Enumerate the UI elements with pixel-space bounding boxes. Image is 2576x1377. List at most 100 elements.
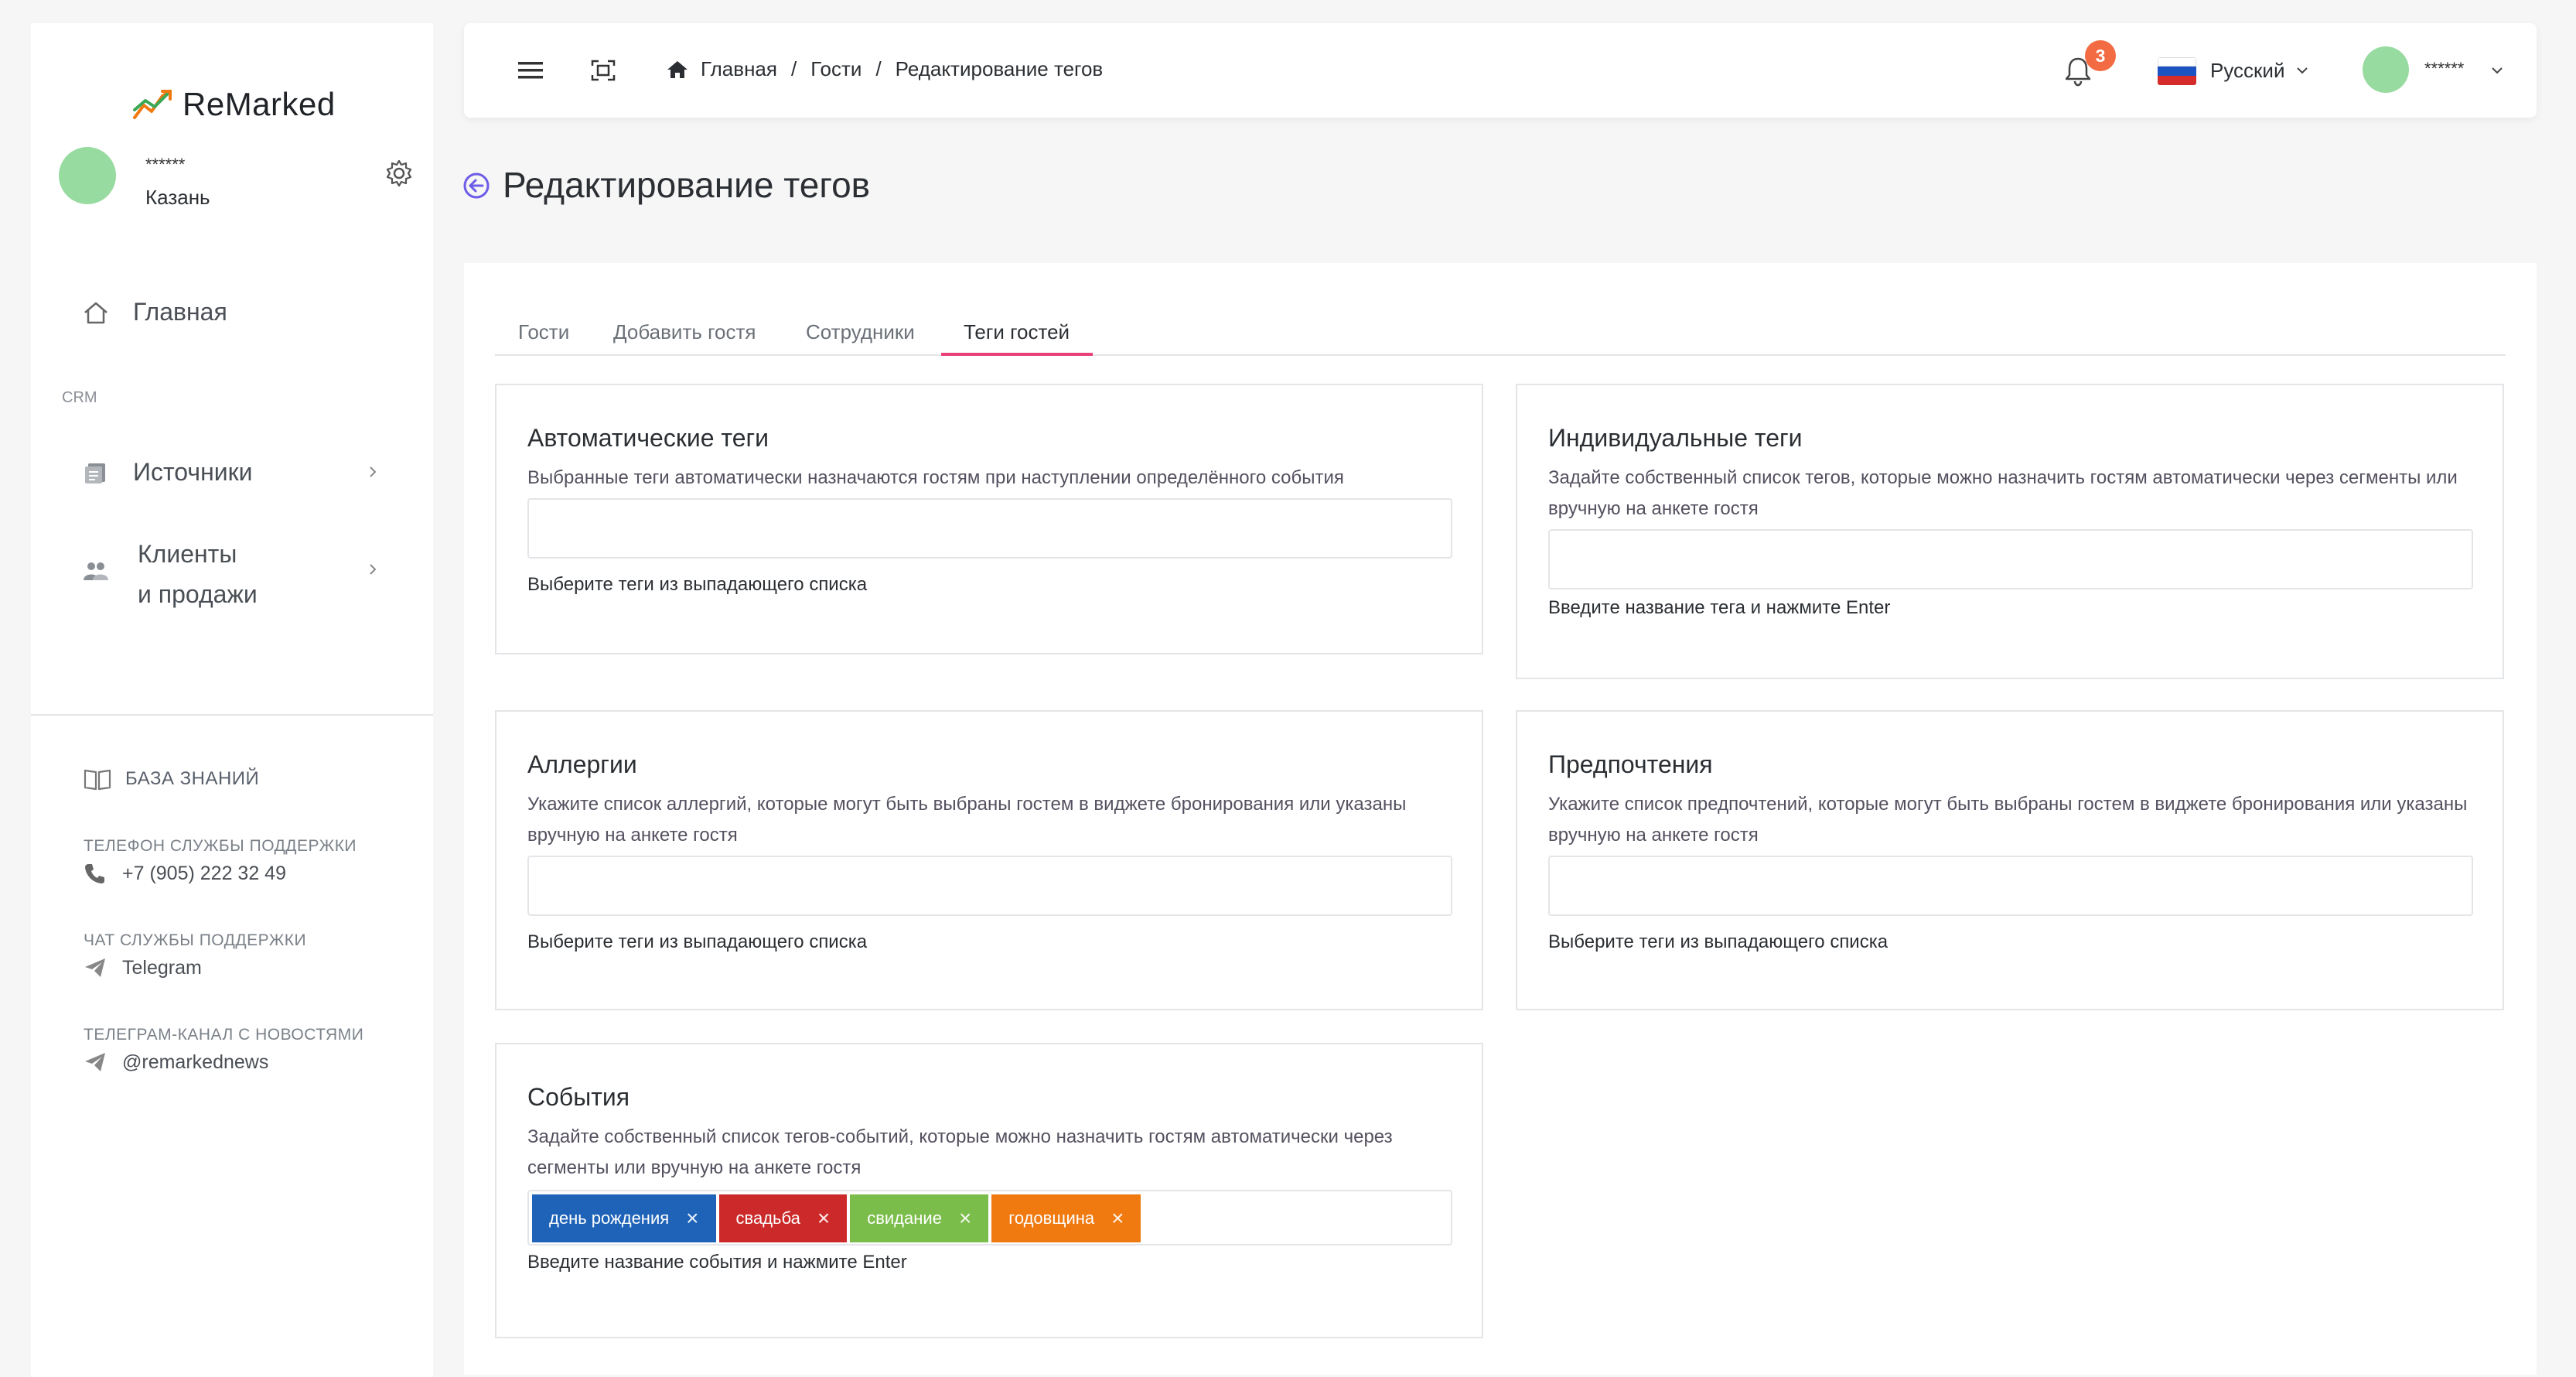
breadcrumb-current: Редактирование тегов xyxy=(895,57,1104,80)
remove-tag-icon[interactable]: × xyxy=(686,1206,698,1231)
tab-guests[interactable]: Гости xyxy=(518,309,569,354)
user-name: ****** xyxy=(145,155,186,174)
event-tag-label: день рождения xyxy=(549,1208,670,1228)
event-tag-list: день рождения × свадьба × свидание × год… xyxy=(532,1194,1144,1242)
tab-add-guest[interactable]: Добавить гостя xyxy=(613,309,756,354)
notification-badge: 3 xyxy=(2085,40,2116,71)
avatar[interactable] xyxy=(59,147,116,204)
fullscreen-icon[interactable] xyxy=(589,58,617,83)
card-help-text: Выберите теги из выпадающего списка xyxy=(527,574,868,595)
event-tag-chip[interactable]: годовщина × xyxy=(991,1194,1141,1242)
chevron-right-icon xyxy=(370,564,377,575)
card-help-text: Введите название тега и нажмите Enter xyxy=(1548,597,1891,618)
card-events: События Задайте собственный список тегов… xyxy=(495,1043,1483,1338)
events-tags-input[interactable]: день рождения × свадьба × свидание × год… xyxy=(527,1190,1452,1245)
card-description: Укажите список аллергий, которые могут б… xyxy=(527,794,1407,846)
sidebar-divider xyxy=(31,714,433,716)
chevron-right-icon xyxy=(370,466,377,477)
auto-tags-select[interactable] xyxy=(527,498,1452,559)
avatar[interactable] xyxy=(2363,46,2409,93)
tab-employees[interactable]: Сотрудники xyxy=(806,309,915,354)
event-tag-label: годовщина xyxy=(1008,1208,1095,1228)
card-description: Укажите список предпочтений, которые мог… xyxy=(1548,794,2468,846)
paper-plane-icon xyxy=(85,1053,105,1071)
user-city: Казань xyxy=(145,186,210,209)
event-tag-chip[interactable]: свадьба × xyxy=(718,1194,848,1242)
sidebar-item-sources[interactable]: Источники xyxy=(82,458,252,487)
sidebar-item-label-line1: Клиенты xyxy=(138,540,237,568)
book-icon xyxy=(84,769,111,791)
card-description: Задайте собственный список тегов, которы… xyxy=(1548,467,2458,519)
russian-flag-icon[interactable] xyxy=(2158,57,2196,85)
back-arrow-icon[interactable] xyxy=(462,172,490,200)
breadcrumb-separator: / xyxy=(875,57,882,80)
logo-chart-icon xyxy=(133,90,172,119)
card-title: События xyxy=(527,1083,630,1111)
sidebar: ReMarked ****** Казань Главная CRM Источ… xyxy=(31,23,433,1377)
remove-tag-icon[interactable]: × xyxy=(817,1206,830,1231)
news-channel[interactable]: @remarkednews xyxy=(84,1051,268,1074)
event-tag-label: свидание xyxy=(867,1208,942,1228)
event-tag-label: свадьба xyxy=(735,1208,800,1228)
tab-guest-tags[interactable]: Теги гостей xyxy=(964,309,1070,354)
remove-tag-icon[interactable]: × xyxy=(959,1206,971,1231)
clients-icon xyxy=(84,562,108,580)
chevron-down-icon[interactable] xyxy=(2295,63,2309,77)
top-bar: Главная / Гости / Редактирование тегов 3… xyxy=(464,23,2537,118)
support-phone[interactable]: +7 (905) 222 32 49 xyxy=(84,862,286,885)
logo[interactable]: ReMarked xyxy=(131,70,336,139)
knowledge-base-link[interactable]: БАЗА ЗНАНИЙ xyxy=(84,767,259,791)
card-description: Выбранные теги автоматически назначаются… xyxy=(527,467,1344,488)
support-phone-value: +7 (905) 222 32 49 xyxy=(122,862,286,884)
hamburger-menu-icon[interactable] xyxy=(517,58,544,83)
card-title: Автоматические теги xyxy=(527,424,769,452)
phone-icon xyxy=(85,864,104,883)
breadcrumb-separator: / xyxy=(790,57,797,80)
paper-plane-icon xyxy=(85,958,105,977)
user-menu-name[interactable]: ****** xyxy=(2424,59,2464,79)
sidebar-item-clients[interactable]: Клиенты и продажи xyxy=(82,534,258,614)
card-title: Аллергии xyxy=(527,750,637,778)
sidebar-item-label: Источники xyxy=(133,458,253,486)
card-help-text: Введите название события и нажмите Enter xyxy=(527,1252,907,1273)
card-description: Задайте собственный список тегов-событий… xyxy=(527,1126,1393,1178)
main-panel: Гости Добавить гостя Сотрудники Теги гос… xyxy=(464,263,2537,1375)
event-tag-chip[interactable]: день рождения × xyxy=(532,1194,716,1242)
sidebar-section-caption: CRM xyxy=(62,389,97,406)
breadcrumb-guests[interactable]: Гости xyxy=(810,57,862,81)
support-chat-caption: ЧАТ СЛУЖБЫ ПОДДЕРЖКИ xyxy=(84,931,307,949)
news-channel-value: @remarkednews xyxy=(122,1051,269,1073)
allergies-select[interactable] xyxy=(527,856,1452,916)
card-title: Индивидуальные теги xyxy=(1548,424,1803,452)
knowledge-base-label: БАЗА ЗНАНИЙ xyxy=(125,768,260,789)
support-phone-caption: ТЕЛЕФОН СЛУЖБЫ ПОДДЕРЖКИ xyxy=(84,837,357,855)
news-channel-caption: ТЕЛЕГРАМ-КАНАЛ С НОВОСТЯМИ xyxy=(84,1026,364,1044)
support-chat[interactable]: Telegram xyxy=(84,956,202,979)
card-auto-tags: Автоматические теги Выбранные теги автом… xyxy=(495,384,1483,654)
page-title: Редактирование тегов xyxy=(503,165,871,205)
card-individual-tags: Индивидуальные теги Задайте собственный … xyxy=(1516,384,2504,679)
card-help-text: Выберите теги из выпадающего списка xyxy=(1548,931,1888,952)
sidebar-user: ****** Казань xyxy=(59,147,415,240)
support-chat-value: Telegram xyxy=(122,956,202,979)
remove-tag-icon[interactable]: × xyxy=(1111,1206,1124,1231)
card-help-text: Выберите теги из выпадающего списка xyxy=(527,931,868,952)
home-icon xyxy=(84,302,107,323)
sidebar-item-label-line2: и продажи xyxy=(138,580,258,608)
individual-tags-input[interactable] xyxy=(1548,529,2473,589)
event-tag-chip[interactable]: свидание × xyxy=(850,1194,989,1242)
breadcrumb-home[interactable]: Главная xyxy=(701,57,777,81)
card-preferences: Предпочтения Укажите список предпочтений… xyxy=(1516,710,2504,1010)
sources-icon xyxy=(85,463,105,483)
tabs: Гости Добавить гостя Сотрудники Теги гос… xyxy=(495,309,2506,356)
sidebar-item-home[interactable]: Главная xyxy=(82,298,227,326)
logo-text: ReMarked xyxy=(183,86,336,122)
home-icon xyxy=(667,60,688,78)
sidebar-item-label: Главная xyxy=(133,298,227,326)
breadcrumb: Главная / Гости / Редактирование тегов xyxy=(667,57,1103,81)
preferences-select[interactable] xyxy=(1548,856,2473,916)
language-selector[interactable]: Русский xyxy=(2210,59,2284,83)
chevron-down-icon[interactable] xyxy=(2490,63,2504,77)
card-title: Предпочтения xyxy=(1548,750,1713,778)
gear-icon[interactable] xyxy=(384,158,415,189)
